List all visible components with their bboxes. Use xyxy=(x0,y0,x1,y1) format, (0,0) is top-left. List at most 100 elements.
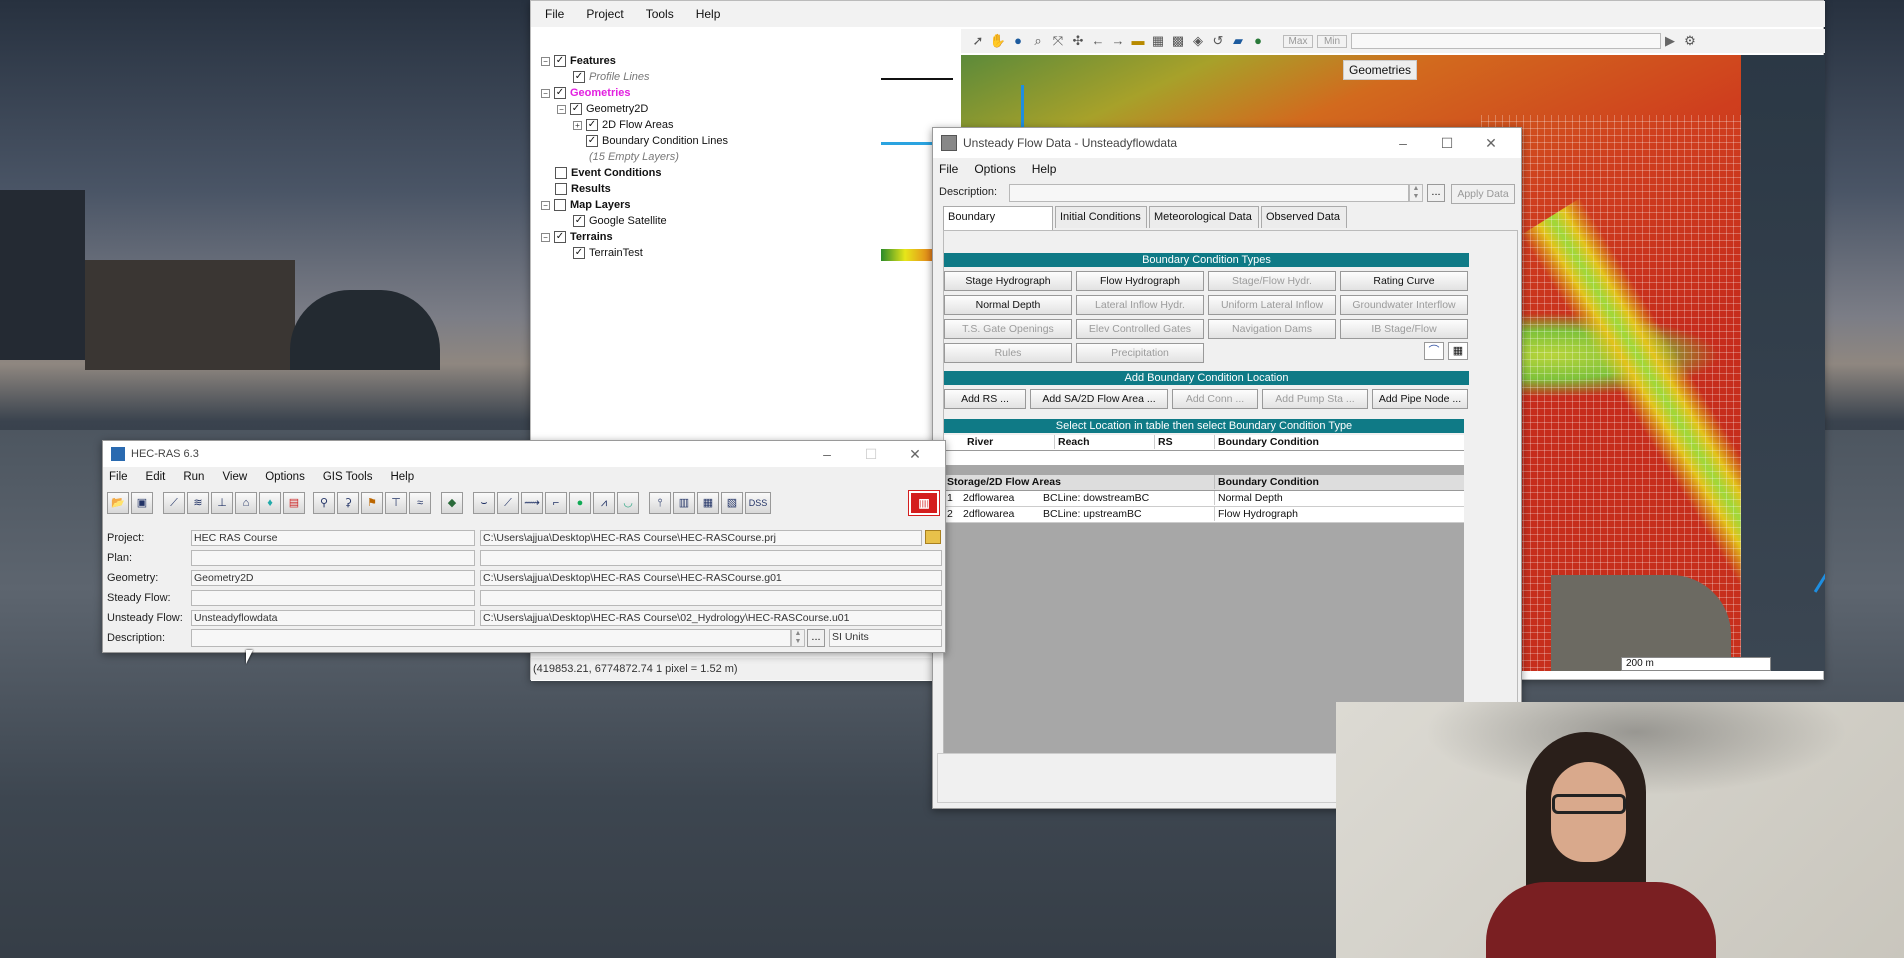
bc-type-button[interactable]: Rating Curve xyxy=(1340,271,1468,291)
sediment-icon[interactable]: ▤ xyxy=(283,492,305,514)
menu-options[interactable]: Options xyxy=(265,471,305,483)
checkbox-unchecked[interactable] xyxy=(555,167,567,179)
stage-flow-icon[interactable]: ⩘ xyxy=(593,492,615,514)
hydrograph-icon[interactable]: ◡ xyxy=(617,492,639,514)
expand-icon[interactable]: + xyxy=(573,120,582,130)
zoom-icon[interactable]: ⌕ xyxy=(1029,32,1047,50)
layer-event-conditions[interactable]: Event Conditions xyxy=(555,167,661,179)
project-name-field[interactable]: HEC RAS Course xyxy=(191,530,475,546)
play-icon[interactable]: ▶ xyxy=(1661,32,1679,50)
layer-map-layers[interactable]: − Map Layers xyxy=(541,199,631,211)
bc-type-button[interactable]: Elev Controlled Gates xyxy=(1076,319,1204,339)
bc-type-button[interactable]: IB Stage/Flow xyxy=(1340,319,1468,339)
geometry-path-field[interactable]: C:\Users\ajjua\Desktop\HEC-RAS Course\HE… xyxy=(480,570,942,586)
save-icon[interactable]: ▣ xyxy=(131,492,153,514)
menu-file[interactable]: File xyxy=(545,7,564,21)
full-extent-icon[interactable]: ✣ xyxy=(1069,32,1087,50)
folder-icon[interactable] xyxy=(925,530,941,544)
layer-empty[interactable]: (15 Empty Layers) xyxy=(589,151,679,163)
collapse-icon[interactable]: − xyxy=(541,232,550,242)
raster-icon[interactable]: ▩ xyxy=(1169,32,1187,50)
back-arrow-icon[interactable]: ← xyxy=(1089,32,1107,50)
zoom-extent-icon[interactable]: ⤧ xyxy=(1049,32,1067,50)
layer-results[interactable]: Results xyxy=(555,183,611,195)
plan-path-field[interactable] xyxy=(480,550,942,566)
min-button[interactable]: Min xyxy=(1317,34,1347,48)
bc-type-button[interactable]: Lateral Inflow Hydr. xyxy=(1076,295,1204,315)
layer-google-satellite[interactable]: ✓ Google Satellite xyxy=(573,215,667,227)
unsteady-flow-icon[interactable]: ⌂ xyxy=(235,492,257,514)
select-icon[interactable]: ➚ xyxy=(969,32,987,50)
description-field[interactable] xyxy=(191,629,791,647)
table-icon[interactable]: ▦ xyxy=(1448,342,1468,360)
menu-help[interactable]: Help xyxy=(390,471,414,483)
run-wq-icon[interactable]: ≈ xyxy=(409,492,431,514)
add-location-button[interactable]: Add Pump Sta ... xyxy=(1262,389,1368,409)
checkbox-checked[interactable]: ✓ xyxy=(554,231,566,243)
checkbox-checked[interactable]: ✓ xyxy=(554,87,566,99)
bc-type-button[interactable]: Precipitation xyxy=(1076,343,1204,363)
description-spinner[interactable]: ▲ ▼ xyxy=(1409,184,1423,202)
summary-table-icon[interactable]: ▦ xyxy=(697,492,719,514)
profile-icon[interactable]: ▰ xyxy=(1229,32,1247,50)
tab-initial-conditions[interactable]: Initial Conditions xyxy=(1055,206,1147,228)
maximize-button[interactable]: ☐ xyxy=(849,446,893,463)
bc-type-button[interactable]: Stage Hydrograph xyxy=(944,271,1072,291)
geometry-name-field[interactable]: Geometry2D xyxy=(191,570,475,586)
layer-features[interactable]: − ✓ Features xyxy=(541,55,616,67)
geometry-editor-icon[interactable]: ⟋ xyxy=(163,492,185,514)
plot-icon[interactable]: ⌒ xyxy=(1424,342,1444,360)
collapse-icon[interactable]: − xyxy=(541,56,550,66)
quasi-unsteady-icon[interactable]: ⊥ xyxy=(211,492,233,514)
pan-icon[interactable]: ✋ xyxy=(989,32,1007,50)
table1-empty-row[interactable] xyxy=(944,451,1464,465)
menu-help[interactable]: Help xyxy=(1032,162,1057,176)
general-plot-icon[interactable]: ⟿ xyxy=(521,492,543,514)
menu-file[interactable]: File xyxy=(109,471,128,483)
tab-meteorological-data[interactable]: Meteorological Data xyxy=(1149,206,1259,228)
bc-type-button[interactable]: T.S. Gate Openings xyxy=(944,319,1072,339)
description-input[interactable] xyxy=(1009,184,1409,202)
run-quasi-icon[interactable]: ⊤ xyxy=(385,492,407,514)
open-icon[interactable]: 📂 xyxy=(107,492,129,514)
table-row[interactable]: 1 2dflowarea BCLine: dowstreamBC Normal Dep… xyxy=(944,491,1464,507)
bc-type-button[interactable]: Normal Depth xyxy=(944,295,1072,315)
layer-icon[interactable]: ◈ xyxy=(1189,32,1207,50)
max-button[interactable]: Max xyxy=(1283,34,1313,48)
ruler-icon[interactable]: ▬ xyxy=(1129,32,1147,50)
plan-name-field[interactable] xyxy=(191,550,475,566)
layer-bc-lines[interactable]: ✓ Boundary Condition Lines xyxy=(586,135,728,147)
menu-run[interactable]: Run xyxy=(183,471,204,483)
layer-profile-lines[interactable]: ✓ Profile Lines xyxy=(573,71,650,83)
detailed-output-icon[interactable]: ⫯ xyxy=(649,492,671,514)
project-path-field[interactable]: C:\Users\ajjua\Desktop\HEC-RAS Course\HE… xyxy=(480,530,922,546)
tab-boundary-conditions[interactable]: Boundary Conditions xyxy=(943,206,1053,243)
maximize-button[interactable]: ☐ xyxy=(1425,135,1469,152)
ras-mapper-icon[interactable]: ◆ xyxy=(441,492,463,514)
menu-gis-tools[interactable]: GIS Tools xyxy=(323,471,373,483)
globe-icon[interactable]: ● xyxy=(1009,32,1027,50)
collapse-icon[interactable]: − xyxy=(541,88,550,98)
description-more-button[interactable]: ... xyxy=(807,629,825,647)
menu-tools[interactable]: Tools xyxy=(646,7,674,21)
close-button[interactable]: ✕ xyxy=(1469,135,1513,152)
menu-edit[interactable]: Edit xyxy=(146,471,166,483)
close-button[interactable]: ✕ xyxy=(893,446,937,463)
checkbox-checked[interactable]: ✓ xyxy=(586,135,598,147)
description-spinner[interactable]: ▲ ▼ xyxy=(791,629,805,647)
layer-geometry2d[interactable]: − ✓ Geometry2D xyxy=(557,103,648,115)
bc-type-button[interactable]: Navigation Dams xyxy=(1208,319,1336,339)
checkbox-checked[interactable]: ✓ xyxy=(570,103,582,115)
add-location-button[interactable]: Add SA/2D Flow Area ... xyxy=(1030,389,1168,409)
run-sediment-icon[interactable]: ⚳ xyxy=(337,492,359,514)
bc-type-button[interactable]: Stage/Flow Hydr. xyxy=(1208,271,1336,291)
layer-terrains[interactable]: − ✓ Terrains xyxy=(541,231,613,243)
checkbox-checked[interactable]: ✓ xyxy=(586,119,598,131)
layer-terrain-test[interactable]: ✓ TerrainTest xyxy=(573,247,643,259)
collapse-icon[interactable]: − xyxy=(541,200,550,210)
run-unsteady-icon[interactable]: ⚑ xyxy=(361,492,383,514)
tab-observed-data[interactable]: Observed Data xyxy=(1261,206,1347,228)
unsteady-flow-name-field[interactable]: Unsteadyflowdata xyxy=(191,610,475,626)
dss-button[interactable]: DSS xyxy=(745,492,771,514)
run-steady-icon[interactable]: ⚲ xyxy=(313,492,335,514)
